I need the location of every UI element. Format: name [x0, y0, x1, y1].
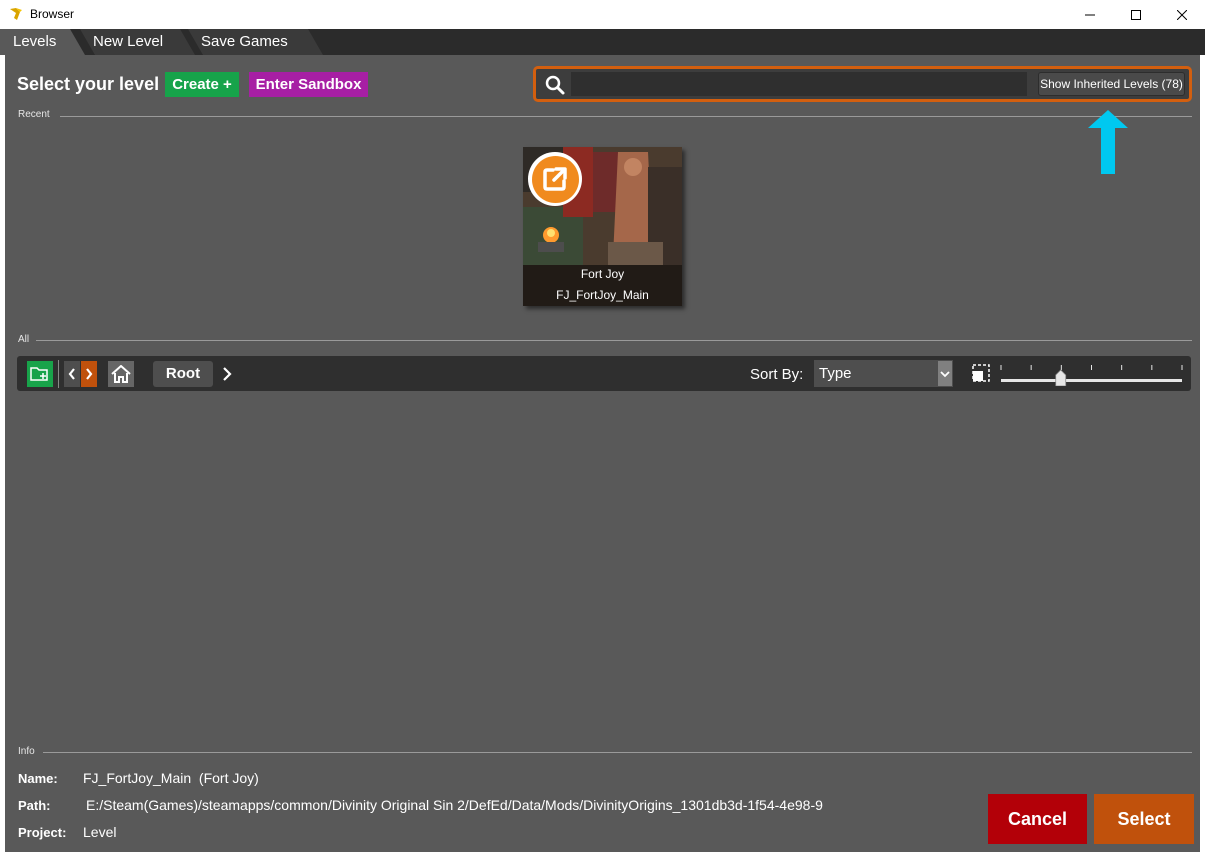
sort-dropdown-button[interactable] — [938, 361, 952, 386]
chevron-down-icon — [940, 370, 950, 377]
cancel-button[interactable]: Cancel — [988, 794, 1087, 844]
recent-level-card[interactable]: Fort Joy FJ_FortJoy_Main — [523, 147, 682, 306]
thumbnail-size-icon — [972, 364, 990, 382]
minimize-icon — [1085, 14, 1095, 15]
slider-track — [1001, 379, 1182, 382]
sort-by-value: Type — [819, 365, 852, 382]
tab-save-games[interactable]: Save Games — [188, 29, 323, 55]
info-divider — [43, 752, 1192, 753]
level-id: FJ_FortJoy_Main — [556, 288, 649, 302]
breadcrumb-root[interactable]: Root — [153, 361, 213, 387]
toolbar-separator — [58, 360, 59, 388]
sort-by-select[interactable]: Type — [814, 360, 953, 387]
sort-by-label: Sort By: — [750, 366, 804, 383]
search-bar: Show Inherited Levels (78) — [533, 66, 1192, 102]
new-folder-icon — [30, 367, 48, 381]
info-project-key: Project: — [18, 825, 67, 840]
window-title: Browser — [30, 7, 75, 21]
slider-thumb[interactable] — [1055, 369, 1067, 386]
info-project-value: Level — [83, 824, 117, 840]
info-name-key: Name: — [18, 771, 58, 786]
levels-panel: Select your level Create + Enter Sandbox… — [5, 55, 1200, 852]
create-button[interactable]: Create + — [165, 72, 239, 97]
breadcrumb-chevron-icon[interactable] — [220, 365, 234, 383]
tab-levels[interactable]: Levels — [0, 29, 85, 55]
all-section-label: All — [18, 334, 30, 345]
slider-ticks — [1000, 365, 1183, 370]
select-button[interactable]: Select — [1094, 794, 1194, 844]
all-divider — [36, 340, 1192, 341]
search-input[interactable] — [571, 72, 1027, 96]
external-link-badge — [528, 152, 582, 206]
title-bar: Browser — [0, 0, 1205, 29]
page-title: Select your level — [17, 74, 160, 94]
chevron-right-icon — [86, 368, 93, 380]
annotation-arrow-icon — [1088, 110, 1128, 174]
info-section-label: Info — [18, 746, 35, 757]
recent-divider — [60, 116, 1192, 117]
new-folder-button[interactable] — [27, 361, 53, 387]
info-path-value: E:/Steam(Games)/steamapps/common/Divinit… — [86, 797, 823, 813]
search-icon — [545, 75, 565, 95]
chevron-left-icon — [68, 368, 75, 380]
info-name-value: FJ_FortJoy_Main (Fort Joy) — [83, 770, 259, 786]
minimize-button[interactable] — [1067, 0, 1113, 29]
home-icon — [111, 365, 131, 383]
info-path-key: Path: — [18, 798, 51, 813]
close-button[interactable] — [1159, 0, 1205, 29]
home-button[interactable] — [108, 361, 134, 387]
forward-button[interactable] — [81, 361, 97, 387]
thumbnail-size-slider[interactable] — [1000, 362, 1183, 386]
external-link-icon — [543, 167, 567, 191]
tab-new-level[interactable]: New Level — [80, 29, 195, 55]
maximize-icon — [1131, 9, 1141, 20]
back-button[interactable] — [64, 361, 80, 387]
tab-bar: Save Games New Level Levels — [0, 29, 1205, 55]
maximize-button[interactable] — [1113, 0, 1159, 29]
show-inherited-levels-button[interactable]: Show Inherited Levels (78) — [1038, 72, 1185, 96]
enter-sandbox-button[interactable]: Enter Sandbox — [249, 72, 368, 97]
browser-toolbar: Root Sort By: Type — [17, 356, 1191, 391]
recent-section-label: Recent — [18, 109, 50, 120]
level-name: Fort Joy — [580, 267, 625, 281]
close-icon — [1177, 9, 1187, 20]
app-icon — [10, 8, 22, 20]
